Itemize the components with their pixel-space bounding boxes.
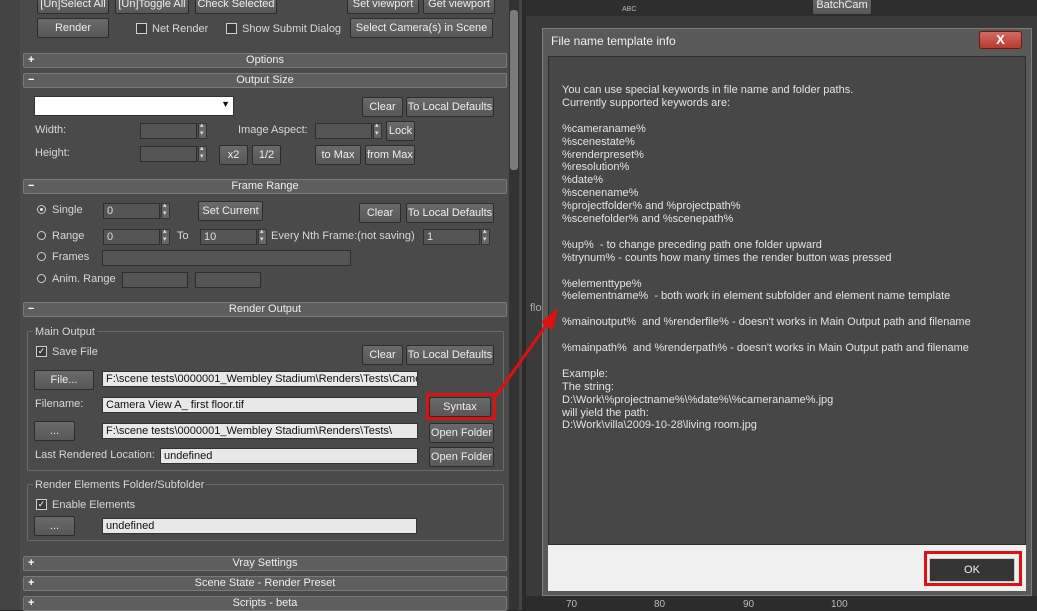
annotation-arrow (494, 308, 558, 397)
